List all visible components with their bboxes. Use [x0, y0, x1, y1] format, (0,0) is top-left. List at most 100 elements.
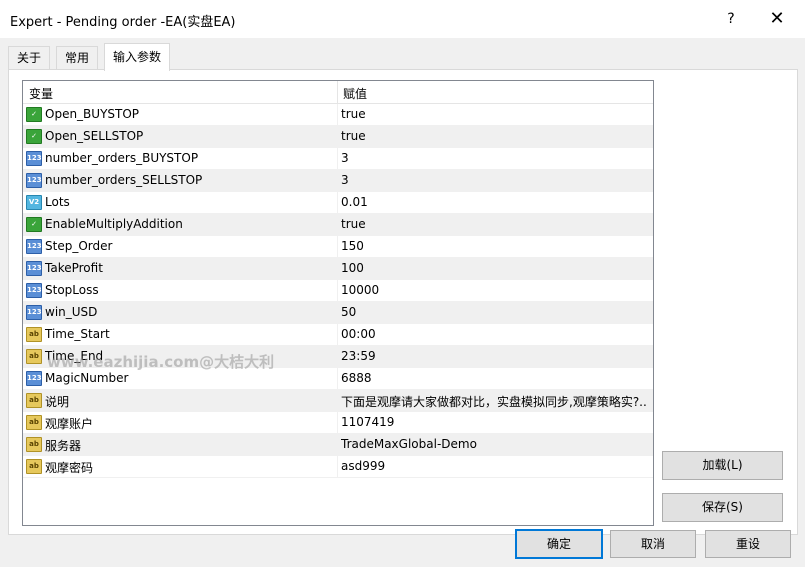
parameter-value[interactable]: 6888 [341, 371, 649, 385]
parameter-name: Open_BUYSTOP [45, 107, 140, 121]
parameter-name: 观摩密码 [45, 461, 94, 475]
parameter-name: Time_Start [45, 327, 110, 341]
table-row[interactable]: 123 TakeProfit 100 [23, 258, 653, 280]
parameters-grid[interactable]: 变量 赋值 ✓ Open_BUYSTOP true ✓ Open_SELLSTOP tru… [22, 80, 654, 526]
parameter-value[interactable]: TradeMaxGlobal-Demo [341, 437, 649, 451]
integer-icon: 123 [26, 151, 42, 166]
cell-divider [337, 346, 338, 367]
cell-divider [337, 456, 338, 477]
grid-header: 变量 赋值 [23, 81, 653, 104]
cell-divider [337, 390, 338, 411]
tab-about[interactable]: 关于 [8, 46, 51, 69]
parameter-name: MagicNumber [45, 371, 129, 385]
table-row[interactable]: ab 服务器 TradeMaxGlobal-Demo [23, 434, 653, 456]
cell-divider [337, 368, 338, 389]
title-bar: Expert - Pending order -EA(实盘EA) ? ✕ [0, 0, 805, 38]
parameter-name: EnableMultiplyAddition [45, 217, 183, 231]
table-row[interactable]: ab 观摩账户 1107419 [23, 412, 653, 434]
parameter-name: number_orders_BUYSTOP [45, 151, 199, 165]
cell-divider [337, 170, 338, 191]
string-icon: ab [26, 327, 42, 342]
parameter-name: 服务器 [45, 439, 82, 453]
window-title: Expert - Pending order -EA(实盘EA) [10, 15, 236, 30]
table-row[interactable]: ✓ Open_BUYSTOP true [23, 104, 653, 126]
parameter-rows: ✓ Open_BUYSTOP true ✓ Open_SELLSTOP true 123 nu… [23, 104, 653, 478]
table-row[interactable]: V2 Lots 0.01 [23, 192, 653, 214]
parameter-name: Lots [45, 195, 70, 209]
close-button[interactable]: ✕ [764, 6, 790, 32]
string-icon: ab [26, 437, 42, 452]
parameter-value[interactable]: 1107419 [341, 415, 649, 429]
parameter-value[interactable]: 50 [341, 305, 649, 319]
table-row[interactable]: 123 Step_Order 150 [23, 236, 653, 258]
load-button[interactable]: 加载(L) [662, 451, 783, 480]
string-icon: ab [26, 393, 42, 408]
table-row[interactable]: ✓ Open_SELLSTOP true [23, 126, 653, 148]
integer-icon: 123 [26, 239, 42, 254]
tab-inputs[interactable]: 输入参数 [104, 43, 171, 71]
parameter-name: 观摩账户 [45, 417, 94, 431]
cell-divider [337, 148, 338, 169]
column-header-value[interactable]: 赋值 [343, 85, 367, 102]
parameter-value[interactable]: asd999 [341, 459, 649, 473]
table-row[interactable]: 123 number_orders_BUYSTOP 3 [23, 148, 653, 170]
integer-icon: 123 [26, 305, 42, 320]
parameter-value[interactable]: 23:59 [341, 349, 649, 363]
string-icon: ab [26, 415, 42, 430]
parameter-name: TakeProfit [45, 261, 103, 275]
parameter-name: Step_Order [45, 239, 113, 253]
integer-icon: 123 [26, 173, 42, 188]
reset-button[interactable]: 重设 [705, 530, 791, 558]
parameter-value[interactable]: true [341, 129, 649, 143]
parameter-value[interactable]: true [341, 107, 649, 121]
cell-divider [337, 324, 338, 345]
parameter-value[interactable]: 100 [341, 261, 649, 275]
string-icon: ab [26, 349, 42, 364]
cell-divider [337, 434, 338, 455]
cell-divider [337, 412, 338, 433]
table-row[interactable]: ✓ EnableMultiplyAddition true [23, 214, 653, 236]
parameter-value[interactable]: 150 [341, 239, 649, 253]
double-icon: V2 [26, 195, 42, 210]
column-header-variable[interactable]: 变量 [29, 85, 53, 102]
parameter-value[interactable]: 下面是观摩请大家做都对比，实盘模拟同步,观摩策略实?.. [341, 393, 649, 410]
parameter-value[interactable]: 3 [341, 173, 649, 187]
table-row[interactable]: ab Time_Start 00:00 [23, 324, 653, 346]
boolean-icon: ✓ [26, 217, 42, 232]
parameter-value[interactable]: true [341, 217, 649, 231]
watermark-text: www.eazhijia.com@大桔大利 [47, 353, 275, 371]
table-row[interactable]: 123 win_USD 50 [23, 302, 653, 324]
cell-divider [337, 104, 338, 125]
boolean-icon: ✓ [26, 129, 42, 144]
save-button[interactable]: 保存(S) [662, 493, 783, 522]
parameter-name: 说明 [45, 395, 70, 409]
column-divider[interactable] [337, 81, 338, 103]
integer-icon: 123 [26, 261, 42, 276]
table-row[interactable]: ab 观摩密码 asd999 [23, 456, 653, 478]
parameter-name: Open_SELLSTOP [45, 129, 144, 143]
help-button[interactable]: ? [718, 6, 744, 32]
integer-icon: 123 [26, 283, 42, 298]
tab-common[interactable]: 常用 [56, 46, 99, 69]
parameter-value[interactable]: 00:00 [341, 327, 649, 341]
cell-divider [337, 192, 338, 213]
table-row[interactable]: 123 number_orders_SELLSTOP 3 [23, 170, 653, 192]
cell-divider [337, 258, 338, 279]
parameter-name: win_USD [45, 305, 98, 319]
cell-divider [337, 302, 338, 323]
integer-icon: 123 [26, 371, 42, 386]
cell-divider [337, 280, 338, 301]
parameter-name: StopLoss [45, 283, 99, 297]
parameter-value[interactable]: 0.01 [341, 195, 649, 209]
ok-button[interactable]: 确定 [515, 529, 603, 559]
table-row[interactable]: ab 说明 下面是观摩请大家做都对比，实盘模拟同步,观摩策略实?.. [23, 390, 653, 412]
cancel-button[interactable]: 取消 [610, 530, 696, 558]
parameter-name: number_orders_SELLSTOP [45, 173, 203, 187]
boolean-icon: ✓ [26, 107, 42, 122]
cell-divider [337, 236, 338, 257]
cell-divider [337, 126, 338, 147]
parameter-value[interactable]: 10000 [341, 283, 649, 297]
parameter-value[interactable]: 3 [341, 151, 649, 165]
string-icon: ab [26, 459, 42, 474]
table-row[interactable]: 123 StopLoss 10000 [23, 280, 653, 302]
